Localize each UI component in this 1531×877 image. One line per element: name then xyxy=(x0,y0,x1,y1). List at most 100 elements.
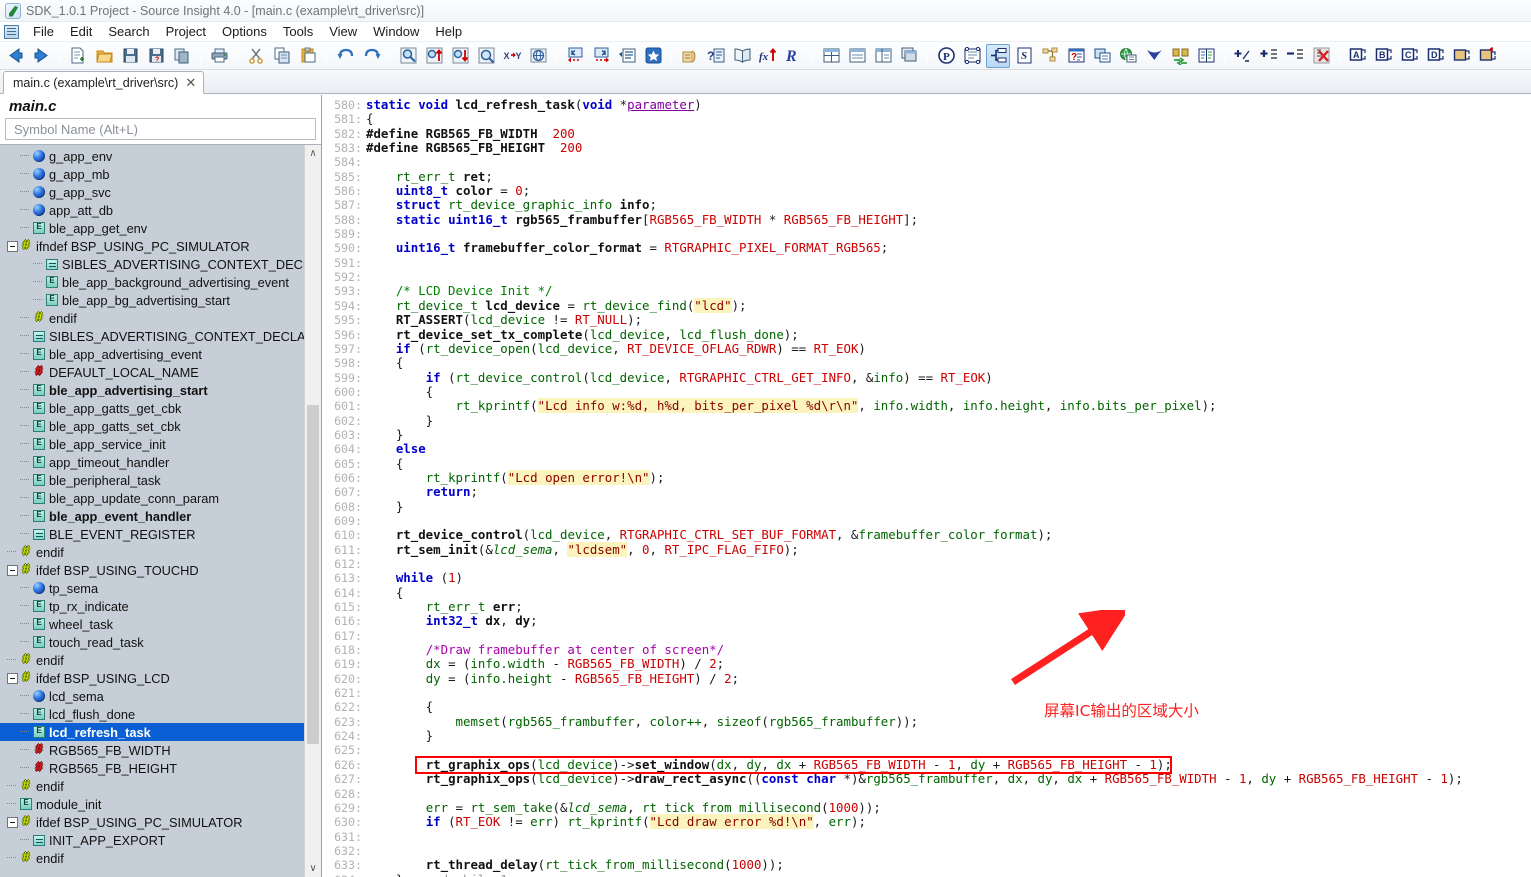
close-icon[interactable]: ✕ xyxy=(185,76,196,89)
code-text[interactable]: static void lcd_refresh_task(void *param… xyxy=(366,97,1531,112)
code-text[interactable]: if (RT_EOK != err) rt_kprintf("Lcd draw … xyxy=(366,814,1531,830)
symbol-tree-item[interactable]: RGB565_FB_WIDTH xyxy=(0,741,304,759)
code-line[interactable]: 626 rt_graphix_ops(lcd_device)->set_wind… xyxy=(322,757,1531,772)
code-line[interactable]: 632 xyxy=(322,844,1531,858)
jump-forward-icon[interactable] xyxy=(589,44,613,68)
code-line[interactable]: 612 xyxy=(322,557,1531,571)
paste-clipboard-icon[interactable] xyxy=(296,44,320,68)
code-line[interactable]: 588 static uint16_t rgb565_frambuffer[RG… xyxy=(322,212,1531,227)
code-text[interactable]: } xyxy=(366,499,1531,514)
compare-files-icon[interactable] xyxy=(1194,44,1218,68)
code-line[interactable]: 630 if (RT_EOK != err) rt_kprintf("Lcd d… xyxy=(322,814,1531,830)
code-text[interactable]: RT_ASSERT(lcd_device != RT_NULL); xyxy=(366,312,1531,327)
symbol-tree-item[interactable]: ble_app_background_advertising_event xyxy=(0,273,304,291)
code-text[interactable]: #define RGB565_FB_HEIGHT 200 xyxy=(366,140,1531,155)
help-window-icon[interactable]: ? xyxy=(1064,44,1088,68)
new-file-icon[interactable] xyxy=(66,44,90,68)
symbol-tree-item[interactable]: endif xyxy=(0,849,304,867)
symbol-tree-item[interactable]: ifdef BSP_USING_TOUCHD xyxy=(0,561,304,579)
code-line[interactable]: 582#define RGB565_FB_WIDTH 200 xyxy=(322,126,1531,141)
menu-window[interactable]: Window xyxy=(365,23,427,40)
remove-list-icon[interactable] xyxy=(1283,44,1307,68)
code-line[interactable]: 619 dx = (info.width - RGB565_FB_WIDTH) … xyxy=(322,657,1531,672)
code-line[interactable]: 624 } xyxy=(322,728,1531,743)
code-text[interactable]: rt_device_control(lcd_device, RTGRAPHIC_… xyxy=(366,528,1531,542)
code-line[interactable]: 621 xyxy=(322,686,1531,700)
code-text[interactable]: rt_device_set_tx_complete(lcd_device, lc… xyxy=(366,327,1531,342)
code-text[interactable]: { xyxy=(366,356,1531,370)
code-text[interactable]: int32_t dx, dy; xyxy=(366,614,1531,628)
code-line[interactable]: 608 } xyxy=(322,499,1531,514)
code-line[interactable]: 591 xyxy=(322,256,1531,270)
code-text[interactable]: } xyxy=(366,427,1531,442)
code-text[interactable]: else xyxy=(366,442,1531,456)
tab-main-c[interactable]: main.c (example\rt_driver\src) ✕ xyxy=(3,71,205,94)
code-line[interactable]: 629 err = rt_sem_take(&lcd_sema, rt_tick… xyxy=(322,800,1531,815)
forward-arrow-icon[interactable] xyxy=(29,44,53,68)
code-text[interactable]: if (rt_device_open(lcd_device, RT_DEVICE… xyxy=(366,341,1531,356)
print-icon[interactable] xyxy=(207,44,231,68)
cut-scissors-icon[interactable] xyxy=(244,44,268,68)
code-text[interactable]: rt_sem_init(&lcd_sema, "lcdsem", 0, RT_I… xyxy=(366,541,1531,557)
tree-collapse-icon[interactable] xyxy=(7,564,18,576)
code-line[interactable]: 602 } xyxy=(322,413,1531,428)
bookmark-b-icon[interactable]: B xyxy=(1372,44,1396,68)
symbol-tree-item[interactable]: wheel_task xyxy=(0,615,304,633)
symbol-tree-item[interactable]: touch_read_task xyxy=(0,633,304,651)
browse-hand-icon[interactable] xyxy=(678,44,702,68)
replace-xy-icon[interactable]: XY xyxy=(500,44,524,68)
code-line[interactable]: 585 rt_err_t ret; xyxy=(322,169,1531,184)
code-line[interactable]: 628 xyxy=(322,787,1531,801)
symbol-tree-item[interactable]: g_app_mb xyxy=(0,165,304,183)
code-text[interactable]: { xyxy=(366,456,1531,471)
symbol-tree-item[interactable]: RGB565_FB_HEIGHT xyxy=(0,759,304,777)
vertical-split-icon[interactable] xyxy=(871,44,895,68)
tree-collapse-icon[interactable] xyxy=(7,816,18,828)
symbol-tree-item[interactable]: DEFAULT_LOCAL_NAME xyxy=(0,363,304,381)
code-text[interactable]: rt_err_t err; xyxy=(366,599,1531,614)
reference-book-icon[interactable] xyxy=(730,44,754,68)
code-line[interactable]: 633 rt_thread_delay(rt_tick_from_millise… xyxy=(322,858,1531,873)
code-text[interactable]: } « end while 1 » xyxy=(366,872,1531,877)
symbol-tree-item[interactable]: endif xyxy=(0,777,304,795)
plus-minus-icon[interactable] xyxy=(1231,44,1255,68)
redo-arrow-icon[interactable] xyxy=(359,44,383,68)
search-down-icon[interactable] xyxy=(448,44,472,68)
symbol-tree-item[interactable]: lcd_refresh_task xyxy=(0,723,304,741)
code-text[interactable]: } xyxy=(366,413,1531,428)
copy-icon[interactable] xyxy=(270,44,294,68)
code-line[interactable]: 589 xyxy=(322,227,1531,241)
symbol-tree-item[interactable]: ble_app_gatts_set_cbk xyxy=(0,417,304,435)
menu-edit[interactable]: Edit xyxy=(62,23,100,40)
code-text[interactable]: uint16_t framebuffer_color_format = RTGR… xyxy=(366,241,1531,255)
symbol-tree-item[interactable]: endif xyxy=(0,543,304,561)
relation-r-icon[interactable]: R xyxy=(782,44,806,68)
symbol-tree-item[interactable]: endif xyxy=(0,651,304,669)
code-text[interactable]: err = rt_sem_take(&lcd_sema, rt_tick_fro… xyxy=(366,800,1531,815)
menu-options[interactable]: Options xyxy=(214,23,275,40)
symbol-tree-item[interactable]: lcd_flush_done xyxy=(0,705,304,723)
function-up-icon[interactable]: fx xyxy=(756,44,780,68)
symbol-tree-item[interactable]: ifdef BSP_USING_LCD xyxy=(0,669,304,687)
search-magnifier-icon[interactable] xyxy=(396,44,420,68)
code-text[interactable]: rt_device_t lcd_device = rt_device_find(… xyxy=(366,297,1531,313)
tree-collapse-icon[interactable] xyxy=(7,672,18,684)
bookmark-c-icon[interactable]: C xyxy=(1398,44,1422,68)
symbol-search-input[interactable] xyxy=(12,120,309,138)
code-line[interactable]: 595 RT_ASSERT(lcd_device != RT_NULL); xyxy=(322,312,1531,327)
symbol-tree-item[interactable]: ble_app_advertising_start xyxy=(0,381,304,399)
symbol-tree-item[interactable]: ble_app_bg_advertising_start xyxy=(0,291,304,309)
search-files-icon[interactable] xyxy=(474,44,498,68)
sync-arrows-icon[interactable] xyxy=(1168,44,1192,68)
new-folder-icon[interactable] xyxy=(1476,44,1500,68)
folder-icon[interactable] xyxy=(1450,44,1474,68)
symbol-tree-item[interactable]: tp_rx_indicate xyxy=(0,597,304,615)
symbol-tree-item[interactable]: BLE_EVENT_REGISTER xyxy=(0,525,304,543)
add-list-icon[interactable] xyxy=(1257,44,1281,68)
code-line[interactable]: 614 { xyxy=(322,585,1531,600)
project-p-icon[interactable]: P xyxy=(934,44,958,68)
symbol-tree-item[interactable]: INIT_APP_EXPORT xyxy=(0,831,304,849)
search-up-icon[interactable] xyxy=(422,44,446,68)
jump-back-icon[interactable] xyxy=(563,44,587,68)
horizontal-split-icon[interactable] xyxy=(845,44,869,68)
